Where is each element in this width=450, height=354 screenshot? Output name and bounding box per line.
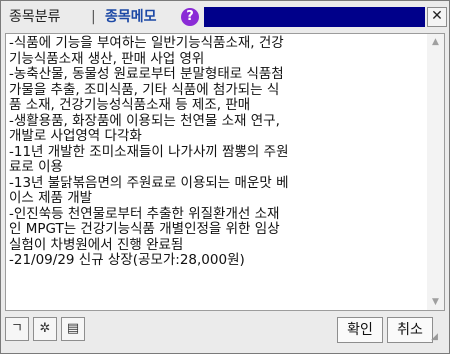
resize-grip-icon[interactable]: ◢ (431, 331, 443, 343)
cancel-button[interactable]: 취소 (387, 317, 433, 343)
settings-gear-icon[interactable]: ✲ (33, 317, 57, 341)
title-bar[interactable] (204, 7, 425, 27)
tab-category[interactable]: 종목분류 (9, 5, 61, 29)
footer: ㄱ ✲ ▤ 확인 취소 ◢ (5, 315, 445, 345)
scroll-up-arrow-icon[interactable]: ▲ (427, 34, 444, 50)
calendar-icon[interactable]: ▤ (61, 317, 85, 341)
help-icon[interactable]: ? (181, 8, 199, 26)
header: 종목분류 | 종목메모 ? ✕ (5, 5, 447, 29)
memo-text[interactable]: -식품에 기능을 부여하는 일반기능식품소재, 건강 기능식품소재 생산, 판매… (9, 35, 421, 269)
memo-textarea[interactable]: -식품에 기능을 부여하는 일반기능식품소재, 건강 기능식품소재 생산, 판매… (5, 33, 445, 311)
scroll-down-arrow-icon[interactable]: ▼ (427, 294, 444, 310)
hangul-input-button[interactable]: ㄱ (5, 317, 29, 341)
memo-window: 종목분류 | 종목메모 ? ✕ -식품에 기능을 부여하는 일반기능식품소재, … (0, 0, 450, 354)
tab-memo[interactable]: 종목메모 (105, 5, 157, 29)
tab-separator: | (91, 9, 96, 25)
vertical-scrollbar[interactable]: ▲ ▼ (427, 34, 444, 310)
close-button[interactable]: ✕ (427, 7, 447, 27)
confirm-button[interactable]: 확인 (337, 317, 383, 343)
